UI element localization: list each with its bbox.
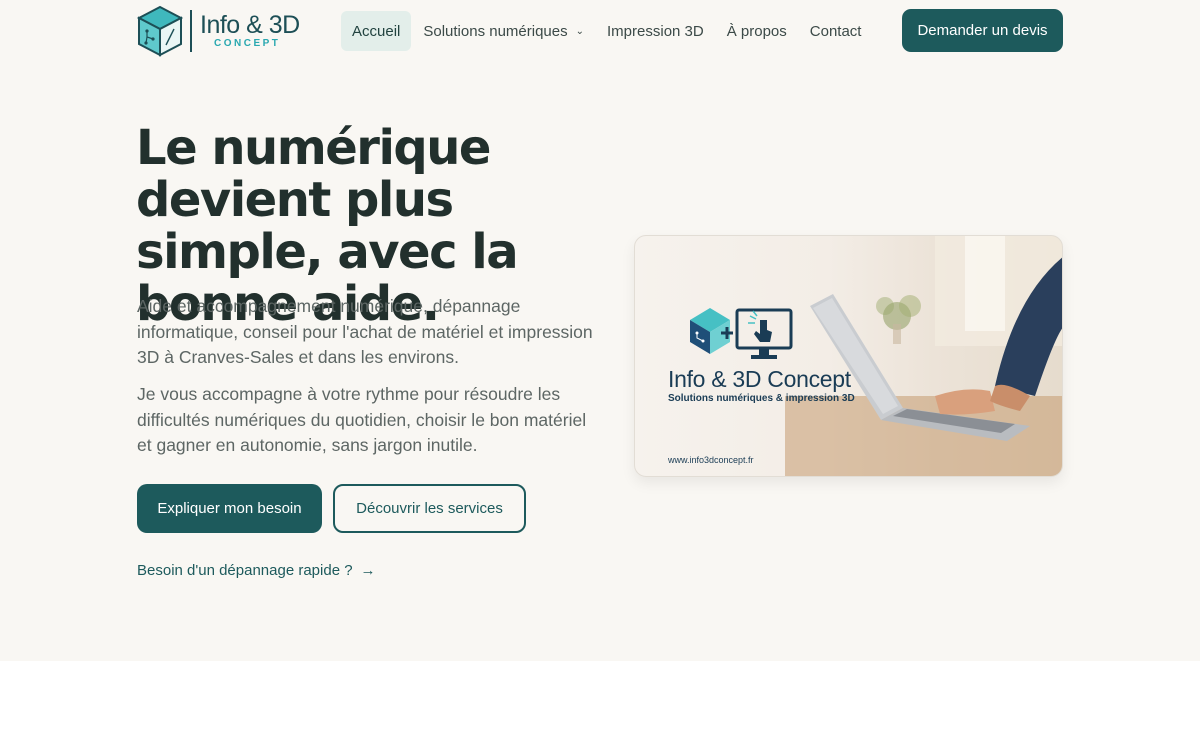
hero-illustration [690,236,1062,476]
quick-repair-link-label: Besoin d'un dépannage rapide ? [137,562,353,579]
explain-need-button[interactable]: Expliquer mon besoin [137,484,322,533]
nav-item-impression-3d[interactable]: Impression 3D [596,11,715,51]
chevron-down-icon: ⌄ [575,25,585,37]
site-header: Info & 3D CONCEPT Accueil Solutions numé… [0,0,1200,62]
image-tagline: Solutions numériques & impression 3D [668,393,855,404]
quick-repair-link[interactable]: Besoin d'un dépannage rapide ? → [137,562,376,579]
hero-image: Info & 3D Concept Solutions numériques &… [634,235,1063,477]
main-nav: Accueil Solutions numériques ⌄ Impressio… [341,11,872,51]
nav-item-solutions[interactable]: Solutions numériques ⌄ [412,11,595,51]
logo-main-text: Info & 3D [200,11,300,39]
nav-item-contact[interactable]: Contact [799,11,873,51]
image-url: www.info3dconcept.fr [668,455,754,465]
arrow-right-icon: → [360,562,376,579]
image-brand-name: Info & 3D Concept [668,366,851,392]
site-logo[interactable]: Info & 3D CONCEPT [136,5,301,57]
logo-wordmark: Info & 3D CONCEPT [200,13,300,49]
logo-divider [190,10,192,52]
hero-paragraph-2: Je vous accompagne à votre rythme pour r… [137,384,587,455]
discover-services-button[interactable]: Découvrir les services [333,484,526,533]
cube-logo-icon [136,5,184,57]
hero-paragraph-1: Aide et accompagnement numérique, dépann… [137,296,593,367]
nav-item-accueil[interactable]: Accueil [341,11,412,51]
nav-item-solutions-label: Solutions numériques [423,22,568,40]
logo-sub-text: CONCEPT [214,38,281,49]
nav-item-a-propos[interactable]: À propos [716,11,798,51]
request-quote-button[interactable]: Demander un devis [902,9,1063,52]
